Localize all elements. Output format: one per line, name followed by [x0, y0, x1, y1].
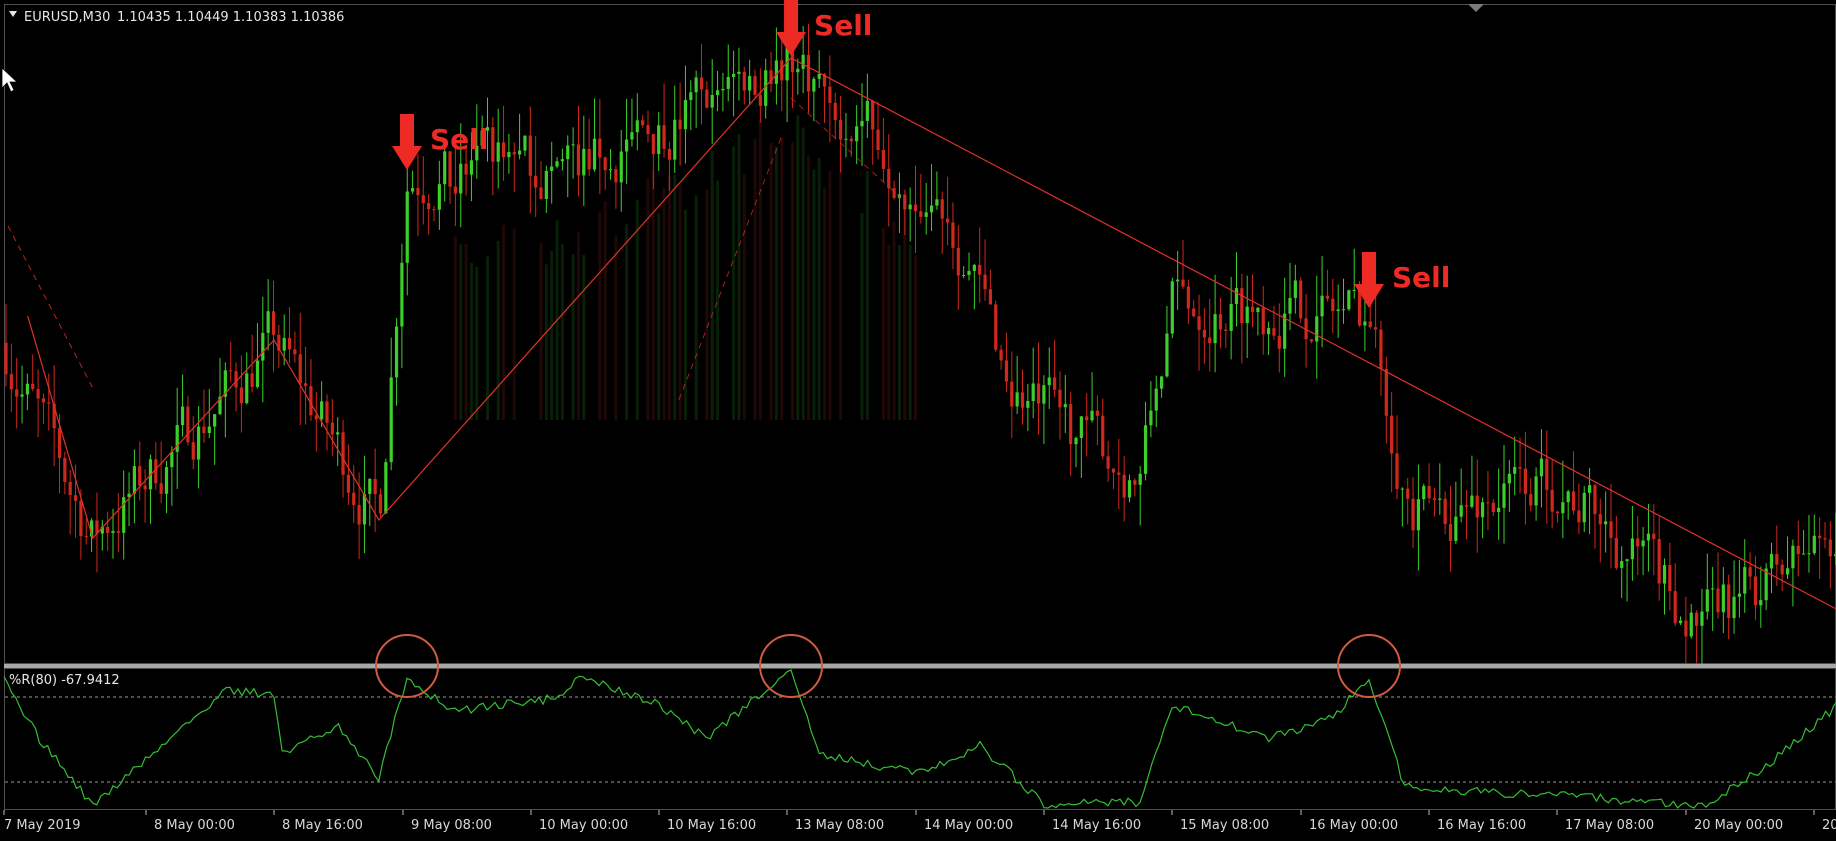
candle	[1299, 277, 1303, 323]
ghost-bar	[571, 254, 575, 420]
ghost-bar	[544, 264, 548, 420]
ghost-bar	[812, 169, 816, 420]
ghost-bar	[908, 245, 912, 420]
ghost-bar	[860, 213, 864, 420]
candle	[1170, 277, 1174, 339]
time-tick-label: 8 May 16:00	[282, 818, 363, 833]
ghost-bar	[459, 244, 463, 420]
ghost-bar	[560, 244, 564, 420]
ghost-bar	[780, 137, 784, 420]
ghost-bar	[678, 184, 682, 420]
ghost-bar	[512, 228, 516, 420]
ghost-bar	[603, 201, 607, 420]
time-tick-label: 16 May 00:00	[1309, 818, 1398, 833]
ghost-bar	[897, 244, 901, 420]
time-tick-label: 20 May 00:00	[1694, 818, 1783, 833]
ghost-bar	[625, 224, 629, 420]
ghost-bar	[823, 187, 827, 420]
ghost-bar	[673, 175, 677, 420]
ghost-bar	[903, 207, 907, 420]
ghost-bar	[758, 119, 762, 421]
ghost-bar	[774, 146, 778, 420]
time-tick-label: 16 May 16:00	[1437, 818, 1526, 833]
ghost-bar	[887, 244, 891, 420]
time-tick-label: 8 May 00:00	[154, 818, 235, 833]
ghost-bar	[807, 155, 810, 420]
ghost-bar	[769, 142, 773, 420]
ghost-bar	[881, 228, 885, 420]
ghost-bar	[817, 157, 821, 421]
ghost-bar	[705, 189, 709, 420]
ghost-bar	[502, 224, 506, 420]
ghost-bar	[550, 250, 554, 420]
sell-label: Sell	[1392, 261, 1450, 294]
ghost-bar	[694, 195, 698, 420]
ghost-bar	[496, 240, 500, 420]
ghost-bar	[790, 142, 794, 420]
time-tick-label: 14 May 16:00	[1052, 818, 1141, 833]
time-tick-label: 15 May 08:00	[1180, 818, 1269, 833]
ghost-bar	[651, 170, 655, 420]
ghost-bar	[732, 146, 736, 420]
candle	[384, 458, 388, 514]
time-tick-label: 14 May 00:00	[924, 818, 1013, 833]
ghost-bar	[475, 266, 479, 420]
ghost-bar	[839, 148, 843, 420]
ghost-bar	[469, 262, 473, 420]
time-tick-label: 7 May 2019	[4, 818, 81, 833]
ghost-bar	[828, 170, 832, 420]
ghost-bar	[486, 256, 489, 420]
ghost-bar	[737, 134, 741, 421]
ghost-bar	[716, 180, 720, 420]
chart-background	[0, 0, 1836, 841]
ghost-bar	[582, 255, 586, 420]
time-tick-label: 13 May 08:00	[795, 818, 884, 833]
ghost-bar	[539, 242, 543, 420]
quote-values: 1.10435 1.10449 1.10383 1.10386	[117, 10, 344, 25]
ghost-bar	[710, 150, 714, 420]
time-tick-label: 20 May	[1822, 818, 1836, 833]
time-tick-label: 9 May 08:00	[411, 818, 492, 833]
trading-chart-window[interactable]: Sell Sell Sell EURUSD,M30 1.10435 1.10449 …	[0, 0, 1836, 841]
pane-separator[interactable]	[4, 664, 1836, 668]
ghost-bar	[657, 213, 661, 420]
candle	[994, 300, 998, 353]
ghost-bar	[796, 115, 800, 421]
ghost-bar	[753, 138, 757, 420]
ghost-bar	[801, 127, 805, 420]
ghost-bar	[635, 199, 639, 420]
ghost-bar	[646, 178, 650, 420]
ghost-bar	[614, 235, 618, 420]
ghost-bar	[865, 171, 869, 420]
time-tick-label: 10 May 16:00	[667, 818, 756, 833]
ghost-bar	[667, 174, 671, 420]
sell-label: Sell	[430, 123, 488, 156]
time-tick-label: 10 May 00:00	[539, 818, 628, 833]
ghost-bar	[576, 231, 580, 420]
ghost-bar	[453, 236, 457, 420]
ghost-bar	[683, 209, 687, 420]
ghost-bar	[892, 221, 896, 420]
ghost-bar	[598, 212, 602, 420]
ghost-bar	[914, 255, 917, 420]
ghost-bar	[464, 243, 468, 420]
indicator-label: %R(80) -67.9412	[9, 673, 120, 688]
time-tick-label: 17 May 08:00	[1565, 818, 1654, 833]
symbol-label: EURUSD,M30	[24, 10, 110, 25]
candle	[1347, 289, 1351, 311]
sell-label: Sell	[814, 9, 872, 42]
ghost-bar	[742, 174, 746, 420]
ghost-bar	[662, 188, 666, 420]
